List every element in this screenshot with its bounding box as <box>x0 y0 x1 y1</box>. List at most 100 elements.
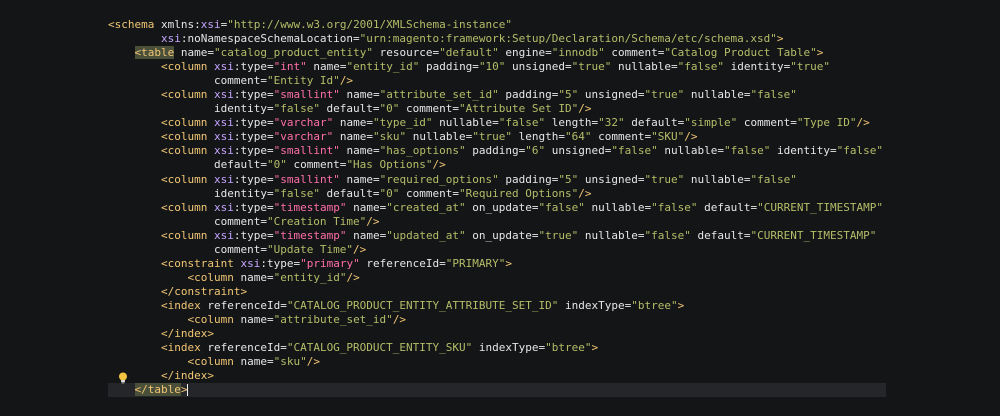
code-token: "10" <box>478 60 506 74</box>
code-token: "sku" <box>372 130 407 144</box>
code-line[interactable]: <schema xmlns:xsi="http://www.w3.org/200… <box>108 18 898 32</box>
code-token: resource= <box>372 46 440 60</box>
code-token: > <box>505 256 513 270</box>
code-line[interactable]: <table name="catalog_product_entity" res… <box>108 46 898 60</box>
code-line[interactable]: identity="false" default="0" comment="At… <box>108 102 898 116</box>
code-line[interactable]: <index referenceId="CATALOG_PRODUCT_ENTI… <box>108 299 898 313</box>
code-token: unsigned= <box>578 172 645 186</box>
code-token: "5" <box>558 88 579 102</box>
code-line[interactable]: <column xsi:type="timestamp" name="updat… <box>108 229 898 243</box>
code-token: "PRIMARY" <box>445 256 506 270</box>
code-token: <index <box>160 341 208 355</box>
code-token: "catalog_product_entity" <box>214 46 373 60</box>
code-token: /> <box>306 355 320 369</box>
code-token: xsi <box>213 144 234 158</box>
code-token: <column <box>160 228 214 242</box>
code-token: "innodb" <box>551 46 605 60</box>
code-token: "timestamp" <box>273 228 347 242</box>
code-area[interactable]: <schema xmlns:xsi="http://www.w3.org/200… <box>108 18 898 398</box>
code-line[interactable]: <column xsi:type="smallint" name="attrib… <box>108 88 898 102</box>
code-token: "true" <box>644 88 685 102</box>
lightbulb-icon[interactable] <box>118 372 128 384</box>
code-token: <constraint <box>160 256 241 270</box>
code-line[interactable]: xsi:noNamespaceSchemaLocation="urn:magen… <box>108 32 898 46</box>
code-line[interactable]: <column xsi:type="varchar" name="sku" nu… <box>108 130 898 144</box>
code-line[interactable]: <column name="attribute_set_id"/> <box>108 313 898 327</box>
code-line[interactable]: <column name="entity_id"/> <box>108 271 898 285</box>
code-token: "attribute_set_id" <box>273 312 393 326</box>
code-line[interactable]: <constraint xsi:type="primary" reference… <box>108 257 898 271</box>
code-token: name= <box>333 130 373 144</box>
code-token: </index> <box>160 327 214 341</box>
code-token: name= <box>240 312 274 326</box>
code-token: </index> <box>160 369 214 383</box>
code-token: /> <box>353 242 367 256</box>
code-line[interactable]: <column xsi:type="smallint" name="requir… <box>108 173 898 187</box>
code-line[interactable]: default="0" comment="Has Options"/> <box>108 158 898 172</box>
code-token: "false" <box>273 102 320 116</box>
code-token: "int" <box>273 60 307 74</box>
code-token: name= <box>306 60 347 74</box>
code-token: "true" <box>644 172 685 186</box>
code-token: </constraint> <box>160 284 248 298</box>
code-token: "type_id" <box>372 116 433 130</box>
code-token: "primary" <box>300 256 360 270</box>
code-token: "default" <box>439 46 499 60</box>
code-line[interactable]: <column name="sku"/> <box>108 355 898 369</box>
code-line[interactable]: <column xsi:type="timestamp" name="creat… <box>108 201 898 215</box>
code-line[interactable]: </index> <box>108 327 898 341</box>
code-token: identity= <box>213 186 274 200</box>
code-token: xsi <box>200 18 221 31</box>
code-token: > <box>591 341 599 355</box>
code-line[interactable]: </index> <box>108 369 898 383</box>
code-token: /> <box>339 74 354 88</box>
code-token: "6" <box>525 144 546 158</box>
code-token: "false" <box>836 144 883 158</box>
code-token: identity= <box>770 144 837 158</box>
code-token: xsi <box>213 60 234 74</box>
code-token: length= <box>512 130 566 144</box>
code-editor[interactable]: <schema xmlns:xsi="http://www.w3.org/200… <box>0 0 1000 416</box>
code-token: <table <box>134 46 175 60</box>
code-line[interactable]: <column xsi:type="int" name="entity_id" … <box>108 60 898 74</box>
code-line[interactable]: comment="Entity Id"/> <box>108 74 898 88</box>
code-token: comment= <box>399 102 460 116</box>
code-line[interactable]: <column xsi:type="smallint" name="has_op… <box>108 144 898 158</box>
code-line[interactable]: comment="Creation Time"/> <box>108 215 898 229</box>
code-token: "CURRENT_TIMESTAMP" <box>757 200 883 214</box>
code-line[interactable]: </table> <box>108 383 886 398</box>
code-token: xsi <box>213 88 234 102</box>
code-token: > <box>816 46 824 60</box>
code-token: "created_at" <box>386 200 466 214</box>
code-token: xsi <box>213 200 234 214</box>
code-token: "Required Options" <box>459 186 579 200</box>
code-token: "btree" <box>545 341 592 355</box>
code-token: "CURRENT_TIMESTAMP" <box>750 228 877 242</box>
code-token: name= <box>339 88 380 102</box>
code-line[interactable]: identity="false" default="0" comment="Re… <box>108 187 898 201</box>
code-token: </table <box>134 383 181 397</box>
code-token: <column <box>160 144 214 158</box>
code-token: "varchar" <box>273 130 334 144</box>
code-line[interactable]: comment="Update Time"/> <box>108 243 898 257</box>
code-token: engine= <box>498 46 552 60</box>
code-token: "Update Time" <box>266 242 354 256</box>
code-token: name= <box>339 172 380 186</box>
code-token: "32" <box>598 116 625 130</box>
code-token: :type= <box>233 116 274 130</box>
code-line[interactable]: <index referenceId="CATALOG_PRODUCT_ENTI… <box>108 341 898 355</box>
code-token: /> <box>856 116 870 130</box>
code-token: "false" <box>538 200 585 214</box>
code-token: xsi <box>213 172 234 186</box>
code-token: <column <box>187 270 241 284</box>
code-line[interactable]: </constraint> <box>108 285 898 299</box>
code-line[interactable]: <column xsi:type="varchar" name="type_id… <box>108 116 898 130</box>
code-token: nullable= <box>432 116 499 130</box>
